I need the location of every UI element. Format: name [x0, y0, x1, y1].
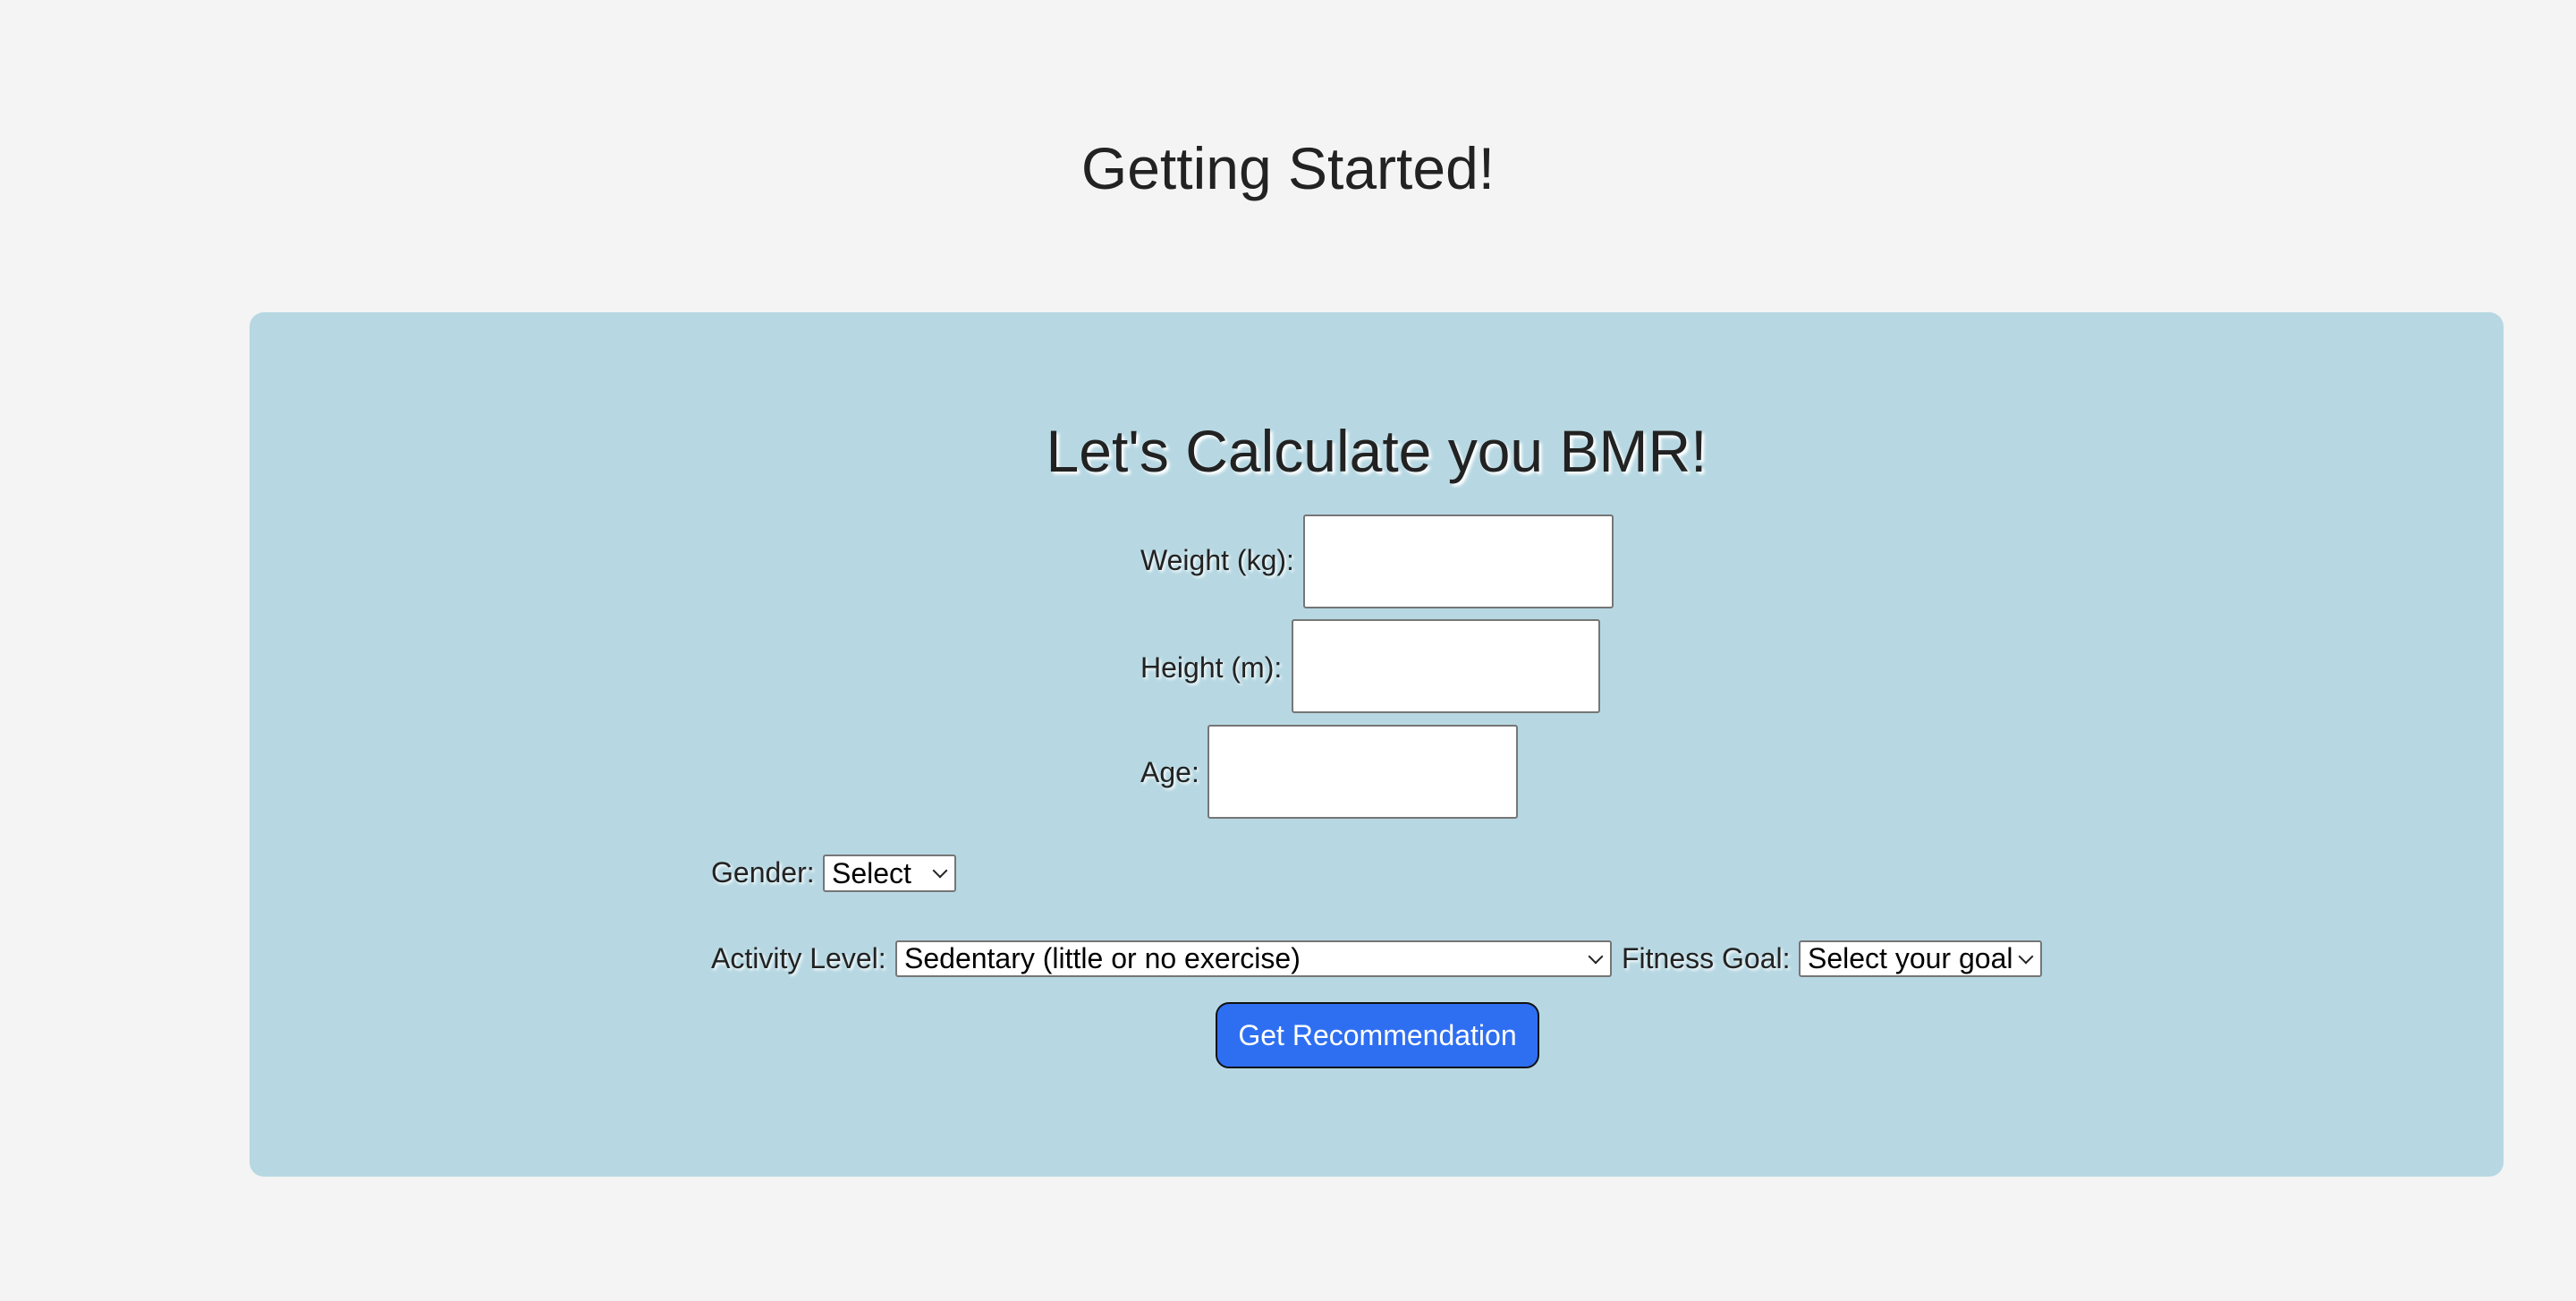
- gender-label: Gender:: [711, 856, 815, 889]
- activity-selected-value: Sedentary (little or no exercise): [904, 942, 1301, 974]
- gender-selected-value: Select: [832, 856, 911, 889]
- page-title: Getting Started!: [1080, 135, 1496, 201]
- chevron-down-icon: [932, 863, 948, 879]
- chevron-down-icon: [1588, 948, 1604, 964]
- fitness-goal-label: Fitness Goal:: [1622, 942, 1791, 974]
- age-input[interactable]: [1208, 725, 1518, 819]
- get-recommendation-button[interactable]: Get Recommendation: [1216, 1002, 1539, 1068]
- height-input[interactable]: [1292, 619, 1600, 713]
- weight-label: Weight (kg):: [1140, 544, 1294, 576]
- form-title: Let's Calculate you BMR!: [1046, 418, 1707, 484]
- goal-selected-value: Select your goal: [1808, 942, 2013, 974]
- height-label: Height (m):: [1140, 651, 1283, 684]
- fitness-goal-select[interactable]: Select your goal: [1799, 940, 2042, 977]
- activity-level-label: Activity Level:: [711, 942, 886, 974]
- gender-select[interactable]: Select: [823, 855, 956, 892]
- age-label: Age:: [1140, 756, 1199, 788]
- chevron-down-icon: [2018, 948, 2034, 964]
- activity-level-select[interactable]: Sedentary (little or no exercise): [895, 940, 1612, 977]
- weight-input[interactable]: [1303, 514, 1614, 608]
